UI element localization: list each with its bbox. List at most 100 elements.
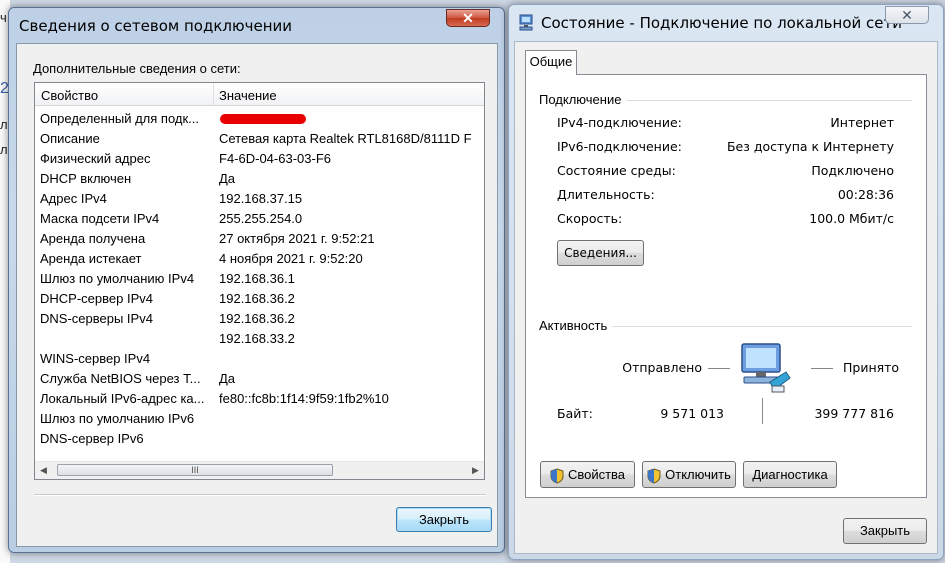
media-state-label: Состояние среды: [557,163,676,178]
window-title: Состояние - Подключение по локальной сет… [541,14,902,32]
tab-general[interactable]: Общие [525,50,577,75]
table-row[interactable]: DHCP включен Да [35,169,484,189]
window-title: Сведения о сетевом подключении [19,17,293,35]
details-button[interactable]: Сведения... [557,240,644,266]
value-cell: 4 ноября 2021 г. 9:52:20 [219,251,363,266]
table-row[interactable]: WINS-сервер IPv4 [35,349,484,369]
ipv4-label: IPv4-подключение: [557,115,682,130]
table-row[interactable]: Локальный IPv6-адрес ка... fe80::fc8b:1f… [35,389,484,409]
close-icon: ✕ [462,10,474,26]
table-row[interactable]: DNS-сервер IPv6 [35,429,484,449]
table-row[interactable]: Определенный для подк... [35,109,484,129]
received-label: Принято [843,360,900,375]
property-cell: Локальный IPv6-адрес ка... [40,391,205,406]
bytes-sent-value: 9 571 013 [660,406,724,421]
property-cell: DNS-серверы IPv4 [40,311,153,326]
background-text: л [0,142,8,157]
connection-status-window: Состояние - Подключение по локальной сет… [508,4,944,560]
column-header-value[interactable]: Значение [219,88,277,103]
received-connector [811,368,833,369]
group-label-connection: Подключение [539,92,622,107]
table-row[interactable]: Маска подсети IPv4 255.255.254.0 [35,209,484,229]
column-divider[interactable] [213,83,214,105]
window-close-button[interactable]: ✕ [446,9,490,27]
activity-divider [762,398,763,424]
column-header-property[interactable]: Свойство [41,88,98,103]
horizontal-scrollbar[interactable]: ◀ III ▶ [35,461,484,479]
uac-shield-icon [550,468,564,484]
dialog-client-area: Дополнительные сведения о сети: Свойство… [16,43,498,547]
group-label-activity: Активность [539,318,608,333]
bytes-label: Байт: [557,406,593,421]
list-header: Свойство Значение [35,83,484,106]
table-row[interactable]: Адрес IPv4 192.168.37.15 [35,189,484,209]
table-row[interactable]: DHCP-сервер IPv4 192.168.36.2 [35,289,484,309]
table-row[interactable]: Физический адрес F4-6D-04-63-03-F6 [35,149,484,169]
property-cell: Маска подсети IPv4 [40,211,160,226]
group-divider [626,100,912,101]
ipv4-value: Интернет [830,115,894,130]
table-row[interactable]: DNS-серверы IPv4 192.168.36.2 [35,309,484,329]
value-cell: 192.168.36.2 [219,291,295,306]
table-row[interactable]: Описание Сетевая карта Realtek RTL8168D/… [35,129,484,149]
window-close-button[interactable]: ✕ [885,6,929,24]
dialog-client-area: Общие Подключение IPv4-подключение: Инте… [514,41,938,554]
table-row[interactable]: Служба NetBIOS через Т... Да [35,369,484,389]
details-list[interactable]: Свойство Значение Определенный для подк.… [34,82,485,480]
table-row[interactable]: Аренда получена 27 октября 2021 г. 9:52:… [35,229,484,249]
value-cell: 192.168.33.2 [219,331,295,346]
close-button[interactable]: Закрыть [396,507,492,532]
section-label: Дополнительные сведения о сети: [33,61,241,76]
property-cell: Шлюз по умолчанию IPv6 [40,411,195,426]
tab-page-general: Подключение IPv4-подключение: Интернет I… [525,74,927,498]
value-cell: Сетевая карта Realtek RTL8168D/8111D F [219,131,472,146]
scroll-thumb[interactable]: III [57,464,333,476]
property-cell: DHCP-сервер IPv4 [40,291,153,306]
property-cell: Физический адрес [40,151,151,166]
value-cell: fe80::fc8b:1f14:9f59:1fb2%10 [219,391,389,406]
uac-shield-icon [647,468,661,484]
value-cell: F4-6D-04-63-03-F6 [219,151,331,166]
table-row[interactable]: Аренда истекает 4 ноября 2021 г. 9:52:20 [35,249,484,269]
value-cell: 27 октября 2021 г. 9:52:21 [219,231,375,246]
diagnose-button[interactable]: Диагностика [743,461,837,488]
ipv6-value: Без доступа к Интернету [726,139,894,154]
group-divider [612,326,912,327]
sent-label: Отправлено [622,360,702,375]
value-cell: 192.168.37.15 [219,191,303,206]
value-cell: 192.168.36.2 [219,311,295,326]
grip-icon: III [191,465,199,475]
table-row[interactable]: 192.168.33.2 [35,329,484,349]
media-state-value: Подключено [811,163,894,178]
sent-connector [708,368,730,369]
background-text: ч [0,10,7,25]
property-cell: Служба NetBIOS через Т... [40,371,201,386]
scroll-left-arrow-icon[interactable]: ◀ [35,462,52,479]
divider [34,494,486,496]
property-cell: WINS-сервер IPv4 [40,351,151,366]
table-row[interactable]: Шлюз по умолчанию IPv6 [35,409,484,429]
property-cell: Адрес IPv4 [40,191,107,206]
bytes-received-value: 399 777 816 [814,406,894,421]
property-cell: DNS-сервер IPv6 [40,431,144,446]
properties-button[interactable]: Свойства [540,461,635,488]
disable-button-label: Отключить [665,467,731,482]
value-cell: 255.255.254.0 [219,211,303,226]
scroll-right-arrow-icon[interactable]: ▶ [467,462,484,479]
background-text: л [0,117,8,132]
table-row[interactable]: Шлюз по умолчанию IPv4 192.168.36.1 [35,269,484,289]
close-button[interactable]: Закрыть [843,518,927,544]
property-cell: Аренда получена [40,231,146,246]
property-cell: DHCP включен [40,171,132,186]
property-cell: Аренда истекает [40,251,142,266]
network-icon [519,14,533,31]
property-cell: Описание [40,131,100,146]
ipv6-label: IPv6-подключение: [557,139,682,154]
duration-label: Длительность: [557,187,655,202]
property-cell: Определенный для подк... [40,111,200,126]
close-icon: ✕ [901,7,913,23]
speed-value: 100.0 Мбит/с [809,211,894,226]
speed-label: Скорость: [557,211,623,226]
disable-button[interactable]: Отключить [642,461,736,488]
property-cell: Шлюз по умолчанию IPv4 [40,271,195,286]
